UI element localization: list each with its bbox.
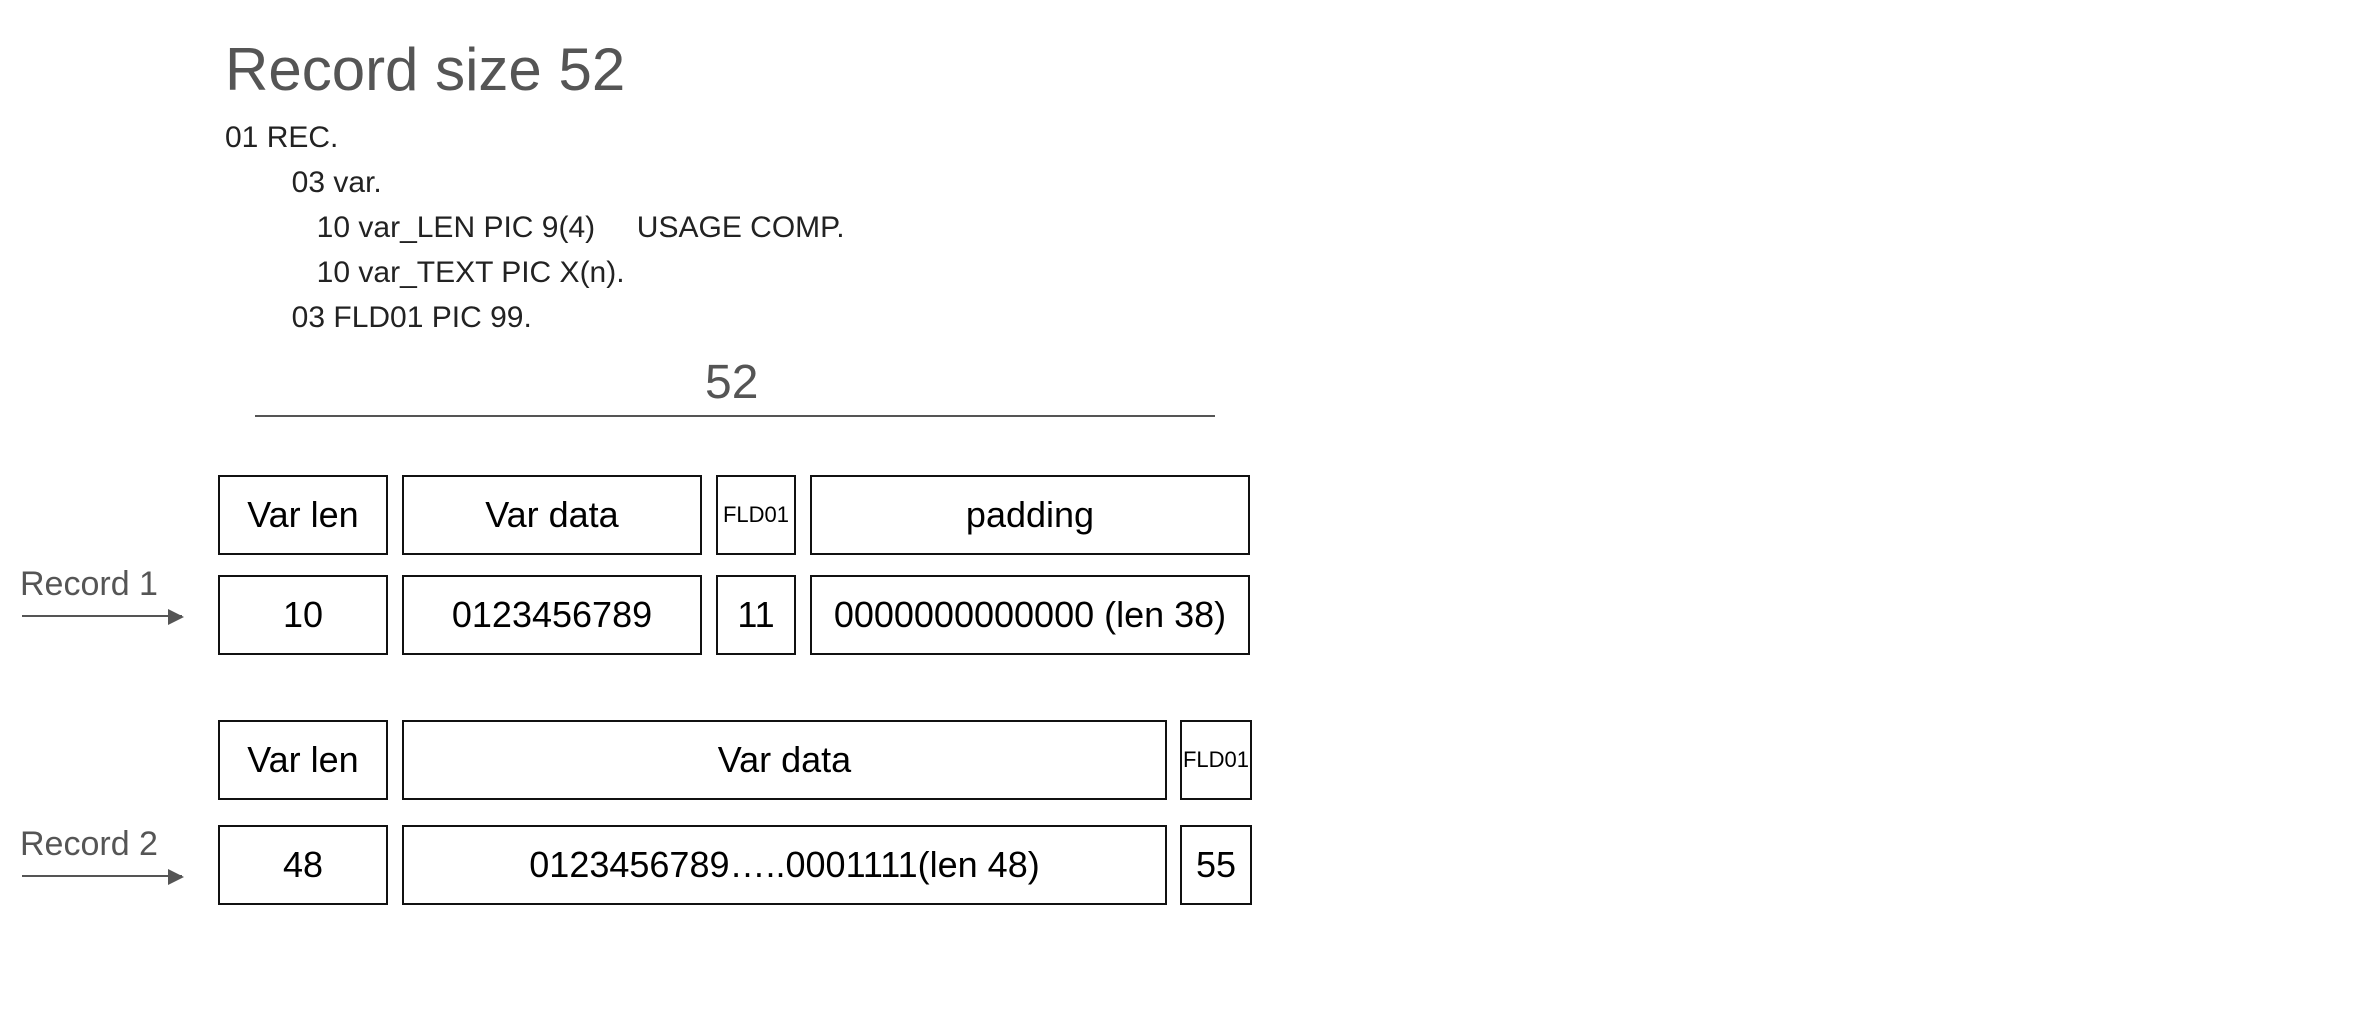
r1-val-vardata: 0123456789 bbox=[402, 575, 702, 655]
r1-hdr-fld01: FLD01 bbox=[716, 475, 796, 555]
r2-val-varlen: 48 bbox=[218, 825, 388, 905]
r1-val-varlen: 10 bbox=[218, 575, 388, 655]
r1-hdr-vardata: Var data bbox=[402, 475, 702, 555]
record1-arrow bbox=[22, 615, 182, 617]
code-line: 10 var_LEN PIC 9(4) USAGE COMP. bbox=[225, 211, 845, 244]
r1-hdr-padding: padding bbox=[810, 475, 1250, 555]
record2-label: Record 2 bbox=[20, 825, 158, 864]
code-line: 10 var_TEXT PIC X(n). bbox=[225, 256, 625, 289]
r1-val-padding: 0000000000000 (len 38) bbox=[810, 575, 1250, 655]
r2-hdr-fld01: FLD01 bbox=[1180, 720, 1252, 800]
code-line: 03 FLD01 PIC 99. bbox=[225, 301, 532, 334]
r2-hdr-varlen: Var len bbox=[218, 720, 388, 800]
total-width-label: 52 bbox=[705, 355, 758, 410]
record2-arrow bbox=[22, 875, 182, 877]
width-rule bbox=[255, 415, 1215, 417]
r1-hdr-varlen: Var len bbox=[218, 475, 388, 555]
diagram-canvas: Record size 52 01 REC. 03 var. 10 var_LE… bbox=[0, 0, 2372, 1024]
r1-val-fld01: 11 bbox=[716, 575, 796, 655]
code-line: 01 REC. bbox=[225, 121, 338, 154]
r2-hdr-vardata: Var data bbox=[402, 720, 1167, 800]
r2-val-fld01: 55 bbox=[1180, 825, 1252, 905]
page-title: Record size 52 bbox=[225, 35, 625, 104]
record1-label: Record 1 bbox=[20, 565, 158, 604]
r2-val-vardata: 0123456789…..0001111(len 48) bbox=[402, 825, 1167, 905]
code-line: 03 var. bbox=[225, 166, 382, 199]
cobol-definition: 01 REC. 03 var. 10 var_LEN PIC 9(4) USAG… bbox=[225, 115, 845, 340]
